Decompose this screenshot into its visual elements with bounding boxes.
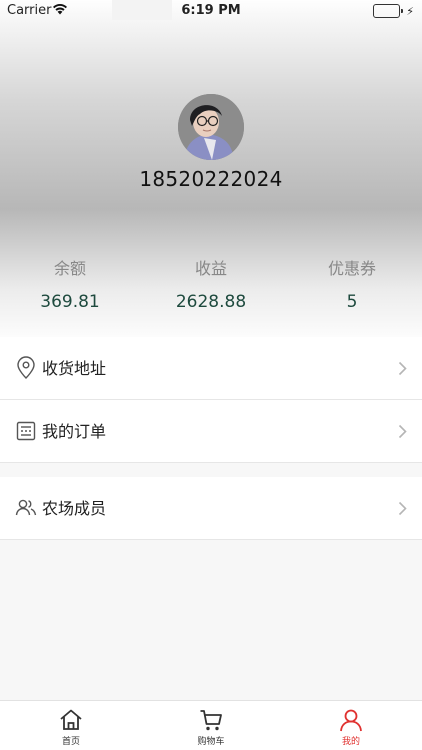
stat-value: 5 <box>346 292 358 312</box>
menu-label: 农场成员 <box>42 499 107 518</box>
chevron-right-icon <box>398 501 407 516</box>
menu-item-my-orders[interactable]: 我的订单 <box>0 400 422 463</box>
menu-group-account: 收货地址 我的订单 <box>0 337 422 463</box>
stat-label: 余额 <box>53 259 86 278</box>
stat-coupons[interactable]: 优惠券 5 <box>282 256 422 312</box>
cart-icon <box>200 710 222 731</box>
chevron-right-icon <box>398 361 407 376</box>
stat-label: 优惠券 <box>327 259 376 278</box>
menu-label: 我的订单 <box>42 422 107 441</box>
charging-bolt-icon: ⚡ <box>406 4 414 18</box>
avatar[interactable] <box>178 94 244 160</box>
tab-home[interactable]: 首页 <box>31 707 111 747</box>
status-bar: Carrier 6:19 PM ⚡ <box>0 0 422 22</box>
stat-label: 收益 <box>194 259 227 278</box>
tab-profile[interactable]: 我的 <box>311 707 391 747</box>
battery-indicator: ⚡ <box>373 4 414 18</box>
stat-value: 369.81 <box>40 292 100 312</box>
stats-row: 余额 369.81 收益 2628.88 优惠券 5 <box>0 256 422 326</box>
tab-label: 首页 <box>61 737 80 747</box>
location-pin-icon <box>14 356 38 380</box>
stat-value: 2628.88 <box>175 292 247 312</box>
chevron-right-icon <box>398 424 407 439</box>
menu-group-farm: 农场成员 <box>0 477 422 540</box>
battery-icon <box>373 4 401 18</box>
order-list-icon <box>14 419 38 443</box>
menu-label: 收货地址 <box>42 359 107 378</box>
tab-cart[interactable]: 购物车 <box>171 707 251 747</box>
tab-label: 我的 <box>341 737 360 747</box>
members-icon <box>14 496 38 520</box>
profile-icon <box>340 709 362 732</box>
clock: 6:19 PM <box>181 3 241 18</box>
stat-balance[interactable]: 余额 369.81 <box>0 256 140 312</box>
home-icon <box>60 709 82 730</box>
profile-header: Carrier 6:19 PM ⚡ 18520222024 余额 369.81 … <box>0 0 422 337</box>
tab-label: 购物车 <box>197 737 225 747</box>
stat-earnings[interactable]: 收益 2628.88 <box>141 256 281 312</box>
tab-bar: 首页 购物车 我的 <box>0 700 422 750</box>
menu-item-farm-members[interactable]: 农场成员 <box>0 477 422 540</box>
phone-number: 18520222024 <box>139 167 283 191</box>
menu-item-shipping-address[interactable]: 收货地址 <box>0 337 422 400</box>
